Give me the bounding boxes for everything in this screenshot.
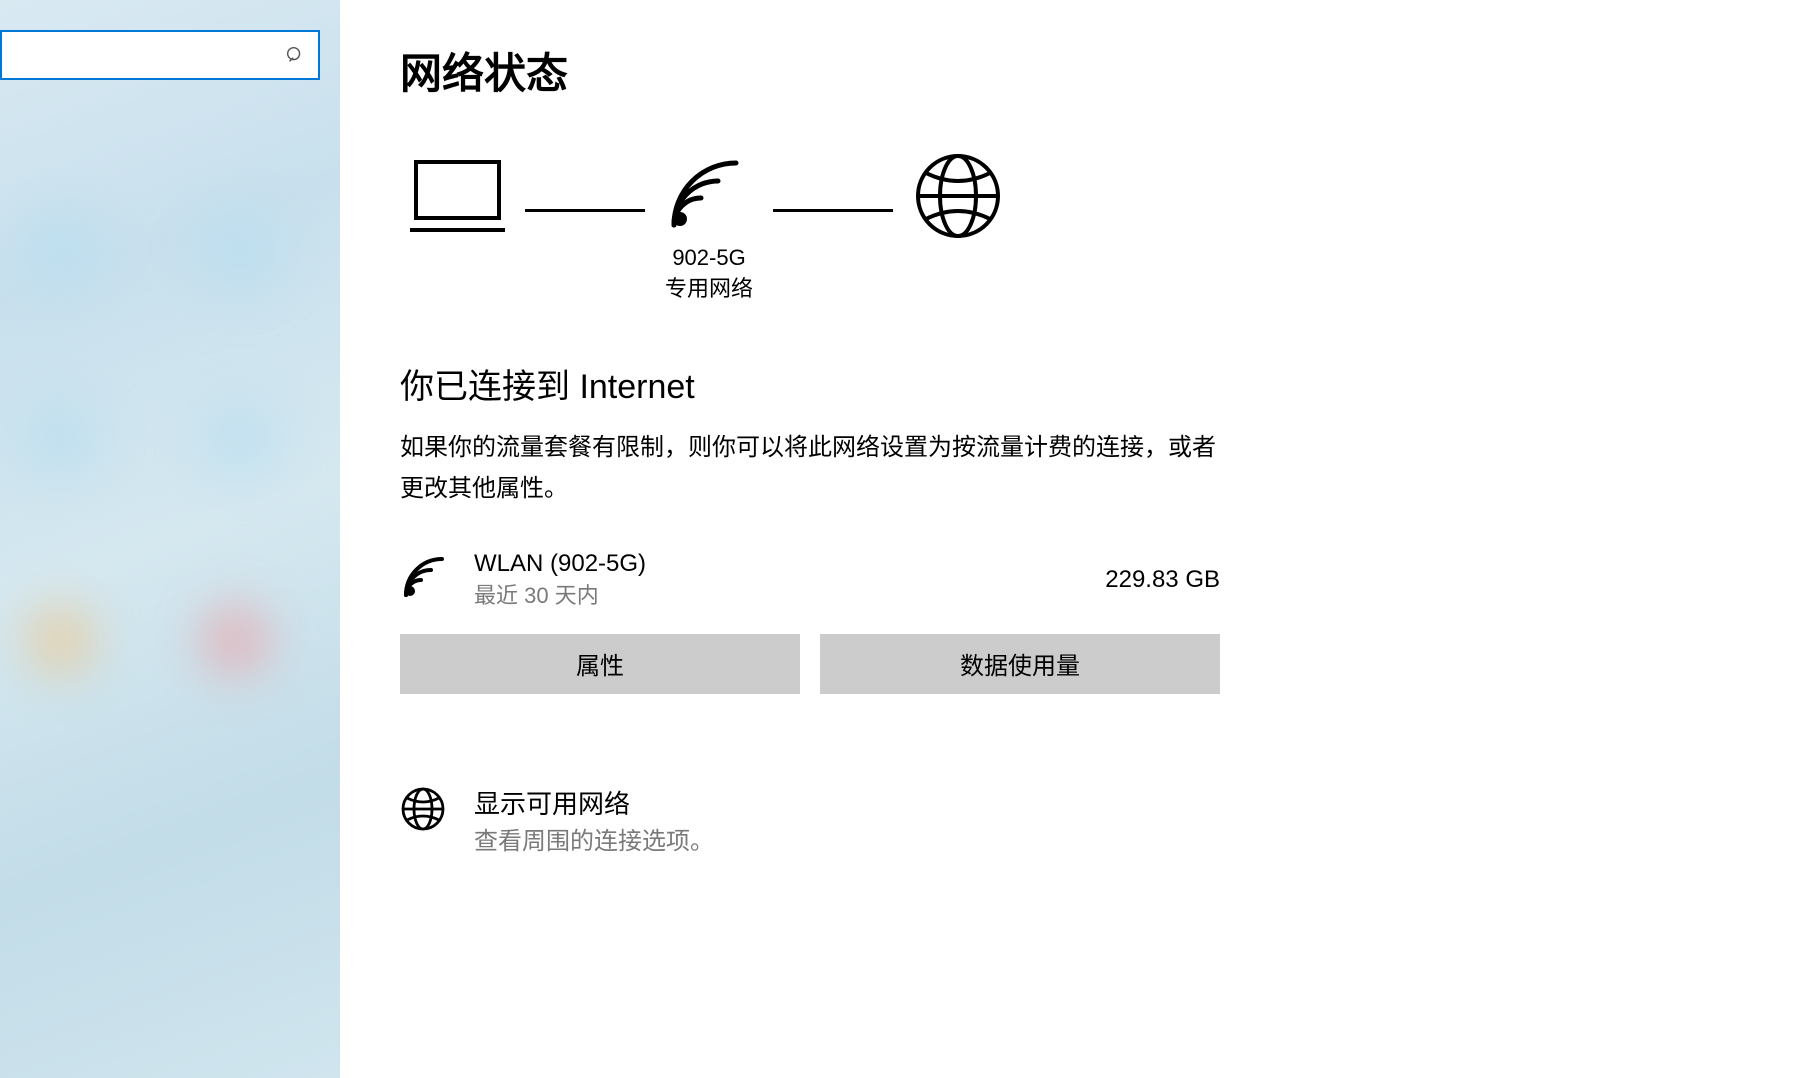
globe-small-icon (400, 786, 446, 837)
show-networks-title: 显示可用网络 (474, 784, 714, 821)
computer-icon (410, 156, 505, 304)
button-row: 属性 数据使用量 (400, 634, 1220, 694)
main-content: 网络状态 902-5G 专用网络 (340, 0, 1815, 1078)
page-title: 网络状态 (400, 40, 1755, 101)
connector-line (525, 209, 645, 212)
diagram-wifi-name: 902-5G (665, 243, 753, 274)
diagram-wifi-type: 专用网络 (665, 274, 753, 305)
wifi-small-icon (400, 553, 450, 606)
network-diagram: 902-5G 专用网络 (410, 151, 1755, 309)
show-available-networks-link[interactable]: 显示可用网络 查看周围的连接选项。 (400, 784, 1755, 856)
wifi-icon: 902-5G 专用网络 (665, 155, 753, 305)
computer-label (454, 244, 460, 304)
globe-icon (913, 151, 1003, 309)
search-box[interactable] (0, 30, 320, 80)
network-row: WLAN (902-5G) 最近 30 天内 229.83 GB (400, 550, 1220, 610)
data-usage-value: 229.83 GB (1105, 566, 1220, 594)
network-period: 最近 30 天内 (474, 578, 1105, 610)
data-usage-button[interactable]: 数据使用量 (820, 634, 1220, 694)
connector-line (773, 209, 893, 212)
search-input[interactable] (14, 45, 284, 66)
search-icon (284, 44, 306, 66)
connected-heading: 你已连接到 Internet (400, 359, 1755, 408)
globe-label (955, 249, 961, 309)
description-text: 如果你的流量套餐有限制，则你可以将此网络设置为按流量计费的连接，或者更改其他属性… (400, 428, 1220, 510)
network-name: WLAN (902-5G) (474, 550, 1105, 578)
sidebar (0, 0, 340, 1078)
show-networks-subtitle: 查看周围的连接选项。 (474, 821, 714, 856)
properties-button[interactable]: 属性 (400, 634, 800, 694)
